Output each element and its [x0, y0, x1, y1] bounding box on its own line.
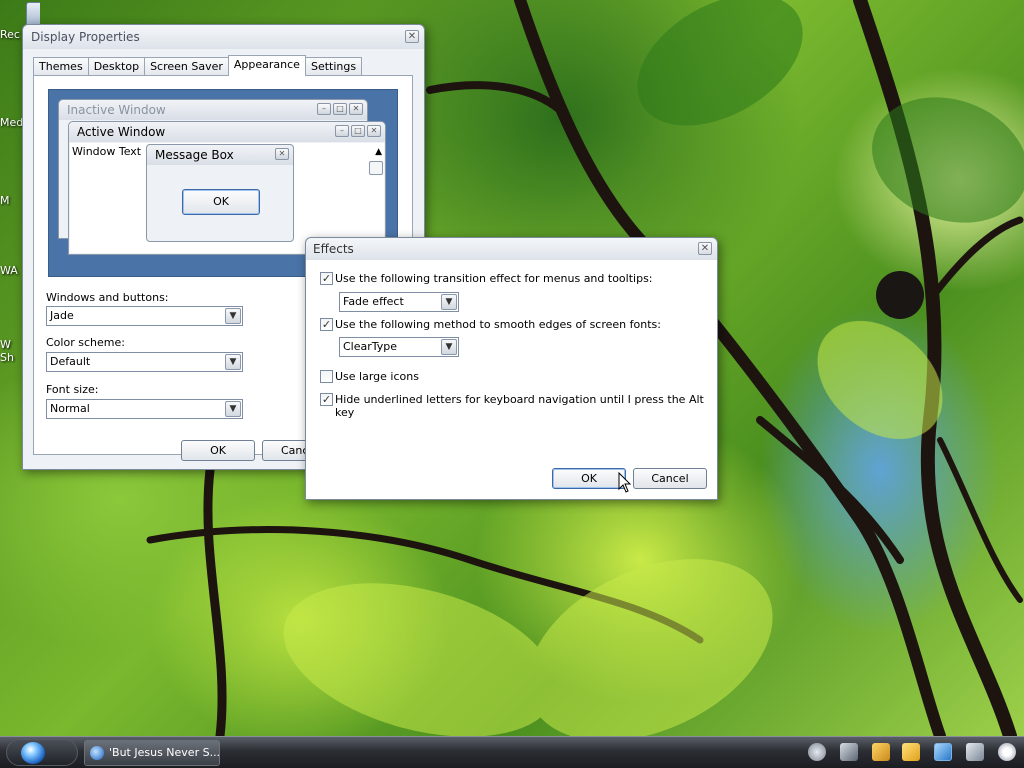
browser-icon — [90, 746, 104, 760]
chevron-down-icon[interactable]: ▼ — [441, 339, 457, 355]
effects-dialog: Effects ✕ ✓ Use the following transition… — [305, 237, 718, 500]
effects-body: ✓ Use the following transition effect fo… — [306, 260, 717, 499]
transition-checkbox[interactable]: ✓ — [320, 272, 333, 285]
preview-caption-buttons: – □ ✕ — [335, 125, 381, 137]
large-icons-label[interactable]: Use large icons — [335, 370, 419, 383]
taskbar: 'But Jesus Never S... — [0, 736, 1024, 768]
preview-window-text: Window Text — [72, 145, 142, 158]
hide-underline-checkbox[interactable]: ✓ — [320, 393, 333, 406]
font-size-select[interactable]: Normal ▼ — [46, 399, 243, 419]
tab-settings[interactable]: Settings — [304, 57, 363, 75]
transition-effect-select[interactable]: Fade effect ▼ — [339, 292, 459, 312]
close-icon: ✕ — [349, 103, 363, 115]
maximize-icon: □ — [351, 125, 365, 137]
title-bar[interactable]: Effects ✕ — [306, 238, 717, 260]
transition-effect-value: Fade effect — [343, 295, 404, 308]
dialog-title: Effects — [313, 242, 354, 256]
close-icon: ✕ — [275, 148, 289, 160]
desktop-icon-label: Med — [0, 116, 24, 129]
ok-button[interactable]: OK — [181, 440, 255, 461]
color-scheme-value: Default — [50, 355, 91, 368]
tab-screen-saver[interactable]: Screen Saver — [144, 57, 229, 75]
preview-ok-button: OK — [182, 189, 260, 215]
transition-label[interactable]: Use the following transition effect for … — [335, 272, 653, 285]
taskbar-item-browser[interactable]: 'But Jesus Never S... — [84, 740, 220, 766]
color-scheme-label: Color scheme: — [46, 336, 125, 349]
show-hidden-icon[interactable] — [808, 743, 826, 761]
preview-active-title: Active Window — [77, 125, 166, 139]
mouse-cursor-icon — [618, 472, 632, 493]
preview-message-title: Message Box — [155, 148, 234, 162]
preview-inactive-title-bar: Inactive Window – □ ✕ — [59, 100, 367, 120]
smooth-edges-checkbox[interactable]: ✓ — [320, 318, 333, 331]
windows-buttons-value: Jade — [50, 309, 74, 322]
close-icon: ✕ — [367, 125, 381, 137]
preview-caption-buttons: – □ ✕ — [317, 103, 363, 115]
preview-active-title-bar: Active Window – □ ✕ — [69, 122, 385, 142]
desktop-icon-label: W — [0, 338, 11, 351]
preview-caption-buttons: ✕ — [275, 148, 289, 160]
taskbar-item-label: 'But Jesus Never S... — [109, 746, 220, 759]
window-title: Display Properties — [31, 30, 140, 44]
power-icon[interactable] — [902, 743, 920, 761]
hide-underline-label[interactable]: Hide underlined letters for keyboard nav… — [335, 393, 717, 419]
large-icons-checkbox[interactable] — [320, 370, 333, 383]
title-bar[interactable]: Display Properties ✕ — [23, 25, 424, 49]
display-icon[interactable] — [966, 743, 984, 761]
chevron-down-icon[interactable]: ▼ — [225, 308, 241, 324]
preview-inactive-title: Inactive Window — [67, 103, 166, 117]
desktop-icon-label: WA — [0, 264, 18, 277]
close-icon[interactable]: ✕ — [405, 30, 419, 43]
smooth-method-select[interactable]: ClearType ▼ — [339, 337, 459, 357]
minimize-icon: – — [335, 125, 349, 137]
system-tray — [804, 737, 1024, 768]
minimize-icon: – — [317, 103, 331, 115]
preview-message-title-bar: Message Box ✕ — [147, 145, 293, 165]
scroll-up-icon: ▲ — [375, 147, 382, 157]
close-icon[interactable]: ✕ — [698, 242, 712, 255]
smooth-method-value: ClearType — [343, 340, 398, 353]
effects-ok-button[interactable]: OK — [552, 468, 626, 489]
chevron-down-icon[interactable]: ▼ — [225, 401, 241, 417]
chevron-down-icon[interactable]: ▼ — [225, 354, 241, 370]
start-button[interactable] — [6, 739, 78, 766]
windows-logo-icon — [21, 742, 45, 764]
maximize-icon: □ — [333, 103, 347, 115]
chevron-down-icon[interactable]: ▼ — [441, 294, 457, 310]
color-scheme-select[interactable]: Default ▼ — [46, 352, 243, 372]
windows-buttons-label: Windows and buttons: — [46, 291, 169, 304]
notification-icon[interactable] — [872, 743, 890, 761]
tab-strip: Themes Desktop Screen Saver Appearance S… — [33, 55, 363, 76]
scrollbar-thumb — [369, 161, 383, 175]
search-icon[interactable] — [840, 743, 858, 761]
font-size-label: Font size: — [46, 383, 99, 396]
tab-desktop[interactable]: Desktop — [87, 57, 146, 75]
smooth-edges-label[interactable]: Use the following method to smooth edges… — [335, 318, 661, 331]
desktop-icon-label: M — [0, 194, 10, 207]
effects-cancel-button[interactable]: Cancel — [633, 468, 707, 489]
clock-icon[interactable] — [998, 743, 1016, 761]
desktop-icon-label: Rec — [0, 28, 20, 41]
preview-message-box: Message Box ✕ OK — [146, 144, 294, 242]
desktop-icon-label: Sh — [0, 351, 14, 364]
tab-themes[interactable]: Themes — [33, 57, 89, 75]
tab-appearance[interactable]: Appearance — [227, 55, 306, 76]
network-icon[interactable] — [934, 743, 952, 761]
windows-buttons-select[interactable]: Jade ▼ — [46, 306, 243, 326]
font-size-value: Normal — [50, 402, 90, 415]
